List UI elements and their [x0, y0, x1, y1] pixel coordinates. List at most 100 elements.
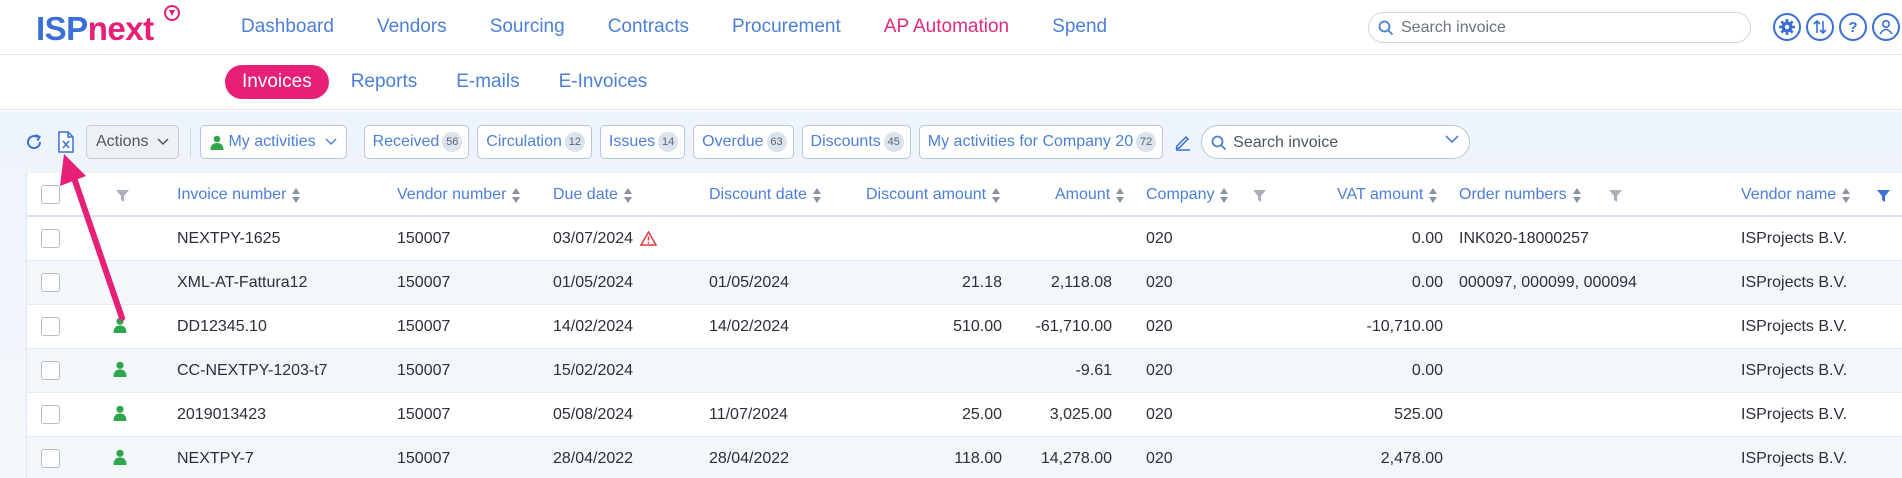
- col-header-company[interactable]: Company: [1146, 186, 1229, 204]
- nav-dashboard[interactable]: Dashboard: [241, 16, 334, 38]
- row-checkbox[interactable]: [41, 405, 60, 424]
- cell-order-numbers: 000097, 000099, 000094: [1459, 274, 1637, 291]
- cell-invoice-number[interactable]: DD12345.10: [177, 318, 267, 336]
- col-label: Amount: [1055, 186, 1111, 203]
- tab-e-invoices[interactable]: E-Invoices: [559, 71, 648, 93]
- select-all-checkbox[interactable]: [41, 185, 60, 204]
- table-row[interactable]: CC-NEXTPY-1203-t7 150007 15/02/2024 -9.61 02…: [27, 349, 1902, 393]
- filter-received[interactable]: Received 56: [363, 125, 470, 159]
- nav-ap-automation[interactable]: AP Automation: [884, 16, 1009, 38]
- cell-amount: 2,118.08: [1050, 274, 1112, 291]
- nav-procurement[interactable]: Procurement: [732, 16, 841, 38]
- actions-dropdown[interactable]: Actions: [86, 125, 180, 159]
- col-header-due-date[interactable]: Due date: [553, 186, 633, 204]
- filter-overdue[interactable]: Overdue 63: [693, 125, 794, 159]
- invoice-search-input[interactable]: [1233, 132, 1434, 153]
- my-activities-dropdown[interactable]: My activities: [200, 125, 347, 159]
- col-header-vendor-name[interactable]: Vendor name: [1741, 186, 1851, 204]
- col-label: Discount amount: [866, 186, 987, 203]
- filter-funnel-icon[interactable]: [1877, 190, 1890, 202]
- cell-vat-amount: 525.00: [1394, 406, 1443, 423]
- sort-arrows-icon[interactable]: [1806, 13, 1834, 41]
- table-row[interactable]: XML-AT-Fattura12 150007 01/05/2024 01/05/20…: [27, 261, 1902, 305]
- nav-contracts[interactable]: Contracts: [608, 16, 689, 38]
- filter-funnel-icon[interactable]: [116, 190, 129, 202]
- cell-invoice-number[interactable]: CC-NEXTPY-1203-t7: [177, 362, 328, 380]
- ispnext-logo[interactable]: ISPnext: [36, 10, 154, 48]
- help-icon[interactable]: ?: [1839, 13, 1867, 41]
- col-label: Discount date: [709, 186, 807, 203]
- row-checkbox[interactable]: [41, 273, 60, 292]
- logo-text-isp: ISP: [36, 10, 88, 47]
- top-icons: ?: [1773, 13, 1900, 41]
- invoice-toolbar: Actions My activities Received 56 Circula…: [22, 125, 1471, 159]
- row-checkbox[interactable]: [41, 361, 60, 380]
- table-row[interactable]: 2019013423 150007 05/08/2024 11/07/2024 25.0…: [27, 393, 1902, 437]
- filter-discounts[interactable]: Discounts 45: [801, 125, 911, 159]
- sort-icon: [1429, 187, 1438, 203]
- chevron-down-icon: [325, 138, 337, 146]
- tab-reports[interactable]: Reports: [351, 71, 418, 93]
- table-row[interactable]: NEXTPY-1625 150007 03/07/2024 020 0.00 INK020…: [27, 217, 1902, 261]
- cell-vendor-number: 150007: [397, 406, 451, 423]
- col-header-order-numbers[interactable]: Order numbers: [1459, 186, 1582, 204]
- chevron-down-icon: [157, 138, 169, 146]
- sort-icon: [292, 187, 301, 203]
- filter-circulation[interactable]: Circulation 12: [477, 125, 592, 159]
- cell-company: 020: [1146, 230, 1173, 247]
- cell-company: 020: [1146, 450, 1173, 467]
- filter-funnel-icon[interactable]: [1609, 190, 1622, 202]
- col-header-discount-amount[interactable]: Discount amount: [866, 186, 1001, 204]
- my-activities-label: My activities: [228, 133, 316, 150]
- gear-icon[interactable]: [1773, 13, 1801, 41]
- row-checkbox[interactable]: [41, 229, 60, 248]
- cell-company: 020: [1146, 318, 1173, 335]
- table-row[interactable]: NEXTPY-7 150007 28/04/2022 28/04/2022 118.00…: [27, 437, 1902, 478]
- toolbar-divider: [190, 127, 192, 157]
- refresh-icon[interactable]: [22, 130, 46, 154]
- cell-vendor-number: 150007: [397, 318, 451, 335]
- filter-label: Issues: [608, 133, 656, 150]
- cell-due-date: 14/02/2024: [553, 318, 634, 335]
- filter-label: My activities for Company 20: [927, 133, 1134, 150]
- edit-pencil-icon[interactable]: [1171, 130, 1195, 154]
- sort-icon: [512, 187, 521, 203]
- warning-icon: [640, 231, 657, 246]
- col-label: Vendor name: [1741, 186, 1837, 203]
- user-icon[interactable]: [1872, 13, 1900, 41]
- excel-export-icon[interactable]: [54, 130, 78, 154]
- cell-invoice-number[interactable]: XML-AT-Fattura12: [177, 274, 307, 292]
- top-navigation-bar: ISPnext Dashboard Vendors Sourcing Contr…: [0, 0, 1902, 55]
- filter-my-activities-company[interactable]: My activities for Company 20 72: [918, 125, 1164, 159]
- sort-icon: [1220, 187, 1229, 203]
- content-area: Actions My activities Received 56 Circula…: [0, 111, 1902, 478]
- row-checkbox[interactable]: [41, 449, 60, 468]
- tab-emails[interactable]: E-mails: [456, 71, 519, 93]
- col-header-vat-amount[interactable]: VAT amount: [1337, 186, 1438, 204]
- nav-spend[interactable]: Spend: [1052, 16, 1107, 38]
- col-header-invoice-number[interactable]: Invoice number: [177, 186, 301, 204]
- table-row[interactable]: DD12345.10 150007 14/02/2024 14/02/2024 510.…: [27, 305, 1902, 349]
- cell-vat-amount: 0.00: [1411, 362, 1443, 379]
- cell-invoice-number[interactable]: 2019013423: [177, 406, 266, 424]
- row-checkbox[interactable]: [41, 317, 60, 336]
- cell-due-date: 28/04/2022: [553, 450, 634, 467]
- cell-invoice-number[interactable]: NEXTPY-7: [177, 450, 254, 468]
- cell-invoice-number[interactable]: NEXTPY-1625: [177, 230, 280, 248]
- search-icon: [1211, 135, 1227, 151]
- logo-text-next: next: [87, 10, 154, 47]
- count-badge: 45: [883, 132, 904, 152]
- col-header-discount-date[interactable]: Discount date: [709, 186, 822, 204]
- nav-vendors[interactable]: Vendors: [377, 16, 447, 38]
- cell-vat-amount: 0.00: [1411, 230, 1443, 247]
- chevron-down-icon[interactable]: [1445, 135, 1459, 144]
- global-search-input[interactable]: [1401, 17, 1741, 38]
- nav-sourcing[interactable]: Sourcing: [490, 16, 565, 38]
- filter-funnel-icon[interactable]: [1253, 190, 1266, 202]
- col-header-vendor-number[interactable]: Vendor number: [397, 186, 521, 204]
- tab-invoices[interactable]: Invoices: [225, 65, 329, 99]
- col-header-amount[interactable]: Amount: [1055, 186, 1125, 204]
- filter-issues[interactable]: Issues 14: [599, 125, 686, 159]
- actions-label: Actions: [96, 133, 149, 150]
- table-header: Invoice number Vendor number Due date Di…: [27, 173, 1902, 217]
